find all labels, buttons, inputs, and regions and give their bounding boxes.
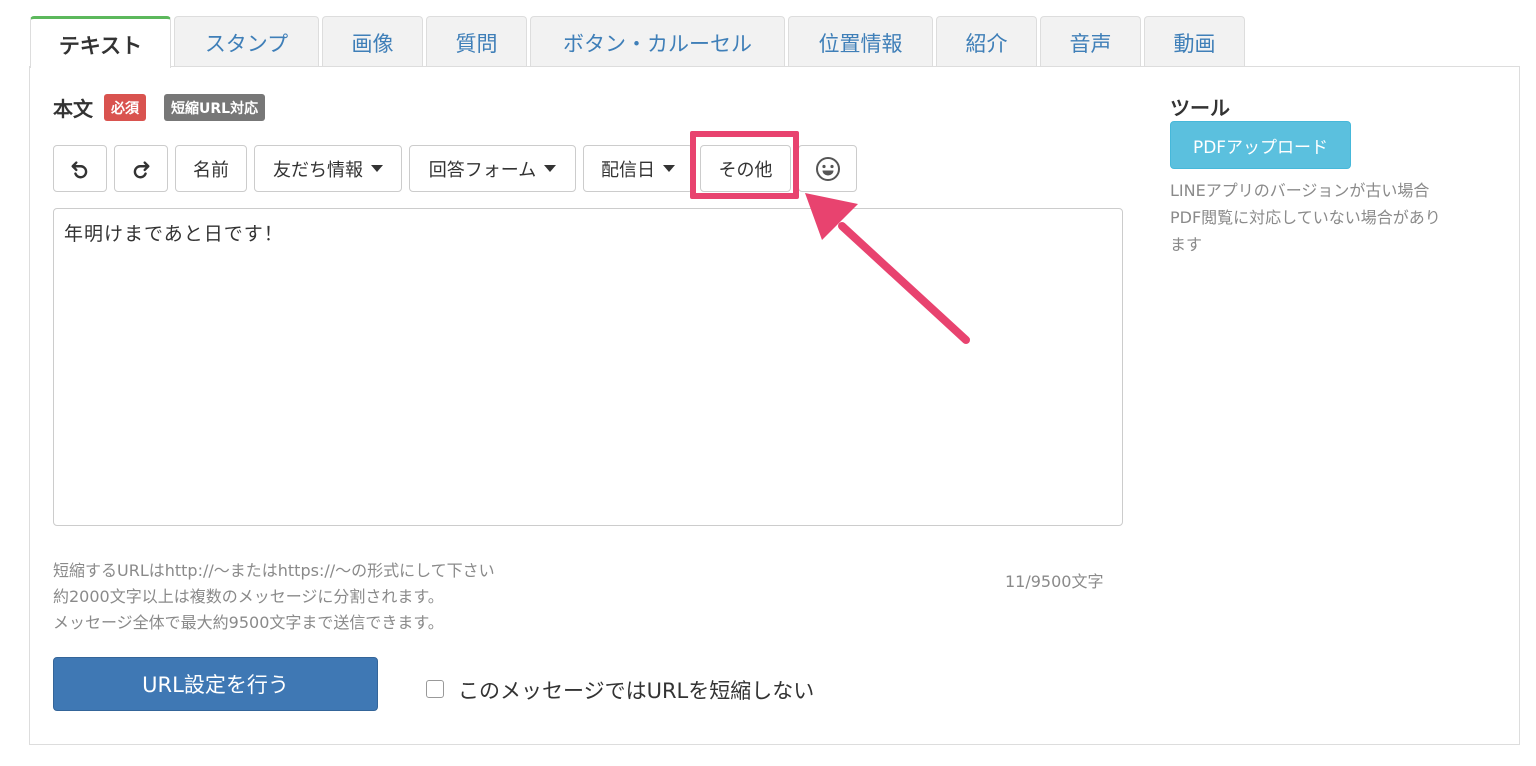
caret-down-icon	[663, 165, 675, 172]
undo-icon	[71, 160, 88, 178]
redo-button[interactable]	[114, 145, 168, 192]
url-settings-button[interactable]: URL設定を行う	[53, 657, 378, 711]
character-counter: 11/9500文字	[1005, 572, 1104, 591]
pdf-note-line: LINEアプリのバージョンが古い場合	[1170, 181, 1430, 200]
undo-button[interactable]	[53, 145, 107, 192]
message-body-textarea[interactable]: 年明けまであと日です！	[53, 208, 1123, 526]
pdf-note-line: PDF閲覧に対応していない場合があり	[1170, 208, 1441, 227]
no-shorten-checkbox[interactable]	[426, 680, 444, 698]
other-label: その他	[718, 159, 773, 181]
tab-image[interactable]: 画像	[322, 16, 423, 66]
other-button[interactable]: その他	[700, 145, 791, 192]
delivery-date-dropdown[interactable]: 配信日	[583, 145, 693, 192]
required-badge: 必須	[104, 94, 146, 121]
emoji-button[interactable]	[798, 145, 857, 192]
tab-text[interactable]: テキスト	[30, 16, 171, 68]
friend-info-label: 友だち情報	[273, 159, 363, 181]
friend-info-dropdown[interactable]: 友だち情報	[254, 145, 402, 192]
answer-form-dropdown[interactable]: 回答フォーム	[409, 145, 576, 192]
delivery-date-label: 配信日	[601, 159, 655, 181]
no-shorten-label[interactable]: このメッセージではURLを短縮しない	[458, 675, 814, 705]
caret-down-icon	[544, 165, 557, 172]
answer-form-label: 回答フォーム	[428, 159, 537, 181]
message-type-tabs: テキスト スタンプ 画像 質問 ボタン・カルーセル 位置情報 紹介 音声 動画	[30, 16, 1245, 68]
tab-question[interactable]: 質問	[426, 16, 527, 66]
help-line-split: 約2000文字以上は複数のメッセージに分割されます。	[53, 587, 444, 606]
help-line-url-format: 短縮するURLはhttp://〜またはhttps://〜の形式にして下さい	[53, 561, 495, 580]
help-text: 短縮するURLはhttp://〜またはhttps://〜の形式にして下さい 約2…	[53, 558, 495, 636]
help-line-max: メッセージ全体で最大約9500文字まで送信できます。	[53, 613, 444, 632]
tab-button-carousel[interactable]: ボタン・カルーセル	[530, 16, 785, 66]
insert-name-label: 名前	[193, 159, 229, 181]
redo-icon	[133, 160, 150, 178]
pdf-upload-button[interactable]: PDFアップロード	[1170, 121, 1351, 169]
caret-down-icon	[371, 165, 383, 172]
short-url-badge: 短縮URL対応	[164, 94, 266, 121]
insert-name-button[interactable]: 名前	[175, 145, 247, 192]
tab-location[interactable]: 位置情報	[788, 16, 933, 66]
tab-stamp[interactable]: スタンプ	[174, 16, 319, 66]
tab-introduction[interactable]: 紹介	[936, 16, 1037, 66]
pdf-note: LINEアプリのバージョンが古い場合 PDF閲覧に対応していない場合があり ます	[1170, 177, 1500, 258]
tab-video[interactable]: 動画	[1144, 16, 1245, 66]
pdf-note-line: ます	[1170, 235, 1203, 254]
tools-title: ツール	[1170, 96, 1230, 120]
body-label: 本文	[53, 97, 93, 121]
tab-audio[interactable]: 音声	[1040, 16, 1141, 66]
smiley-icon	[815, 156, 840, 181]
